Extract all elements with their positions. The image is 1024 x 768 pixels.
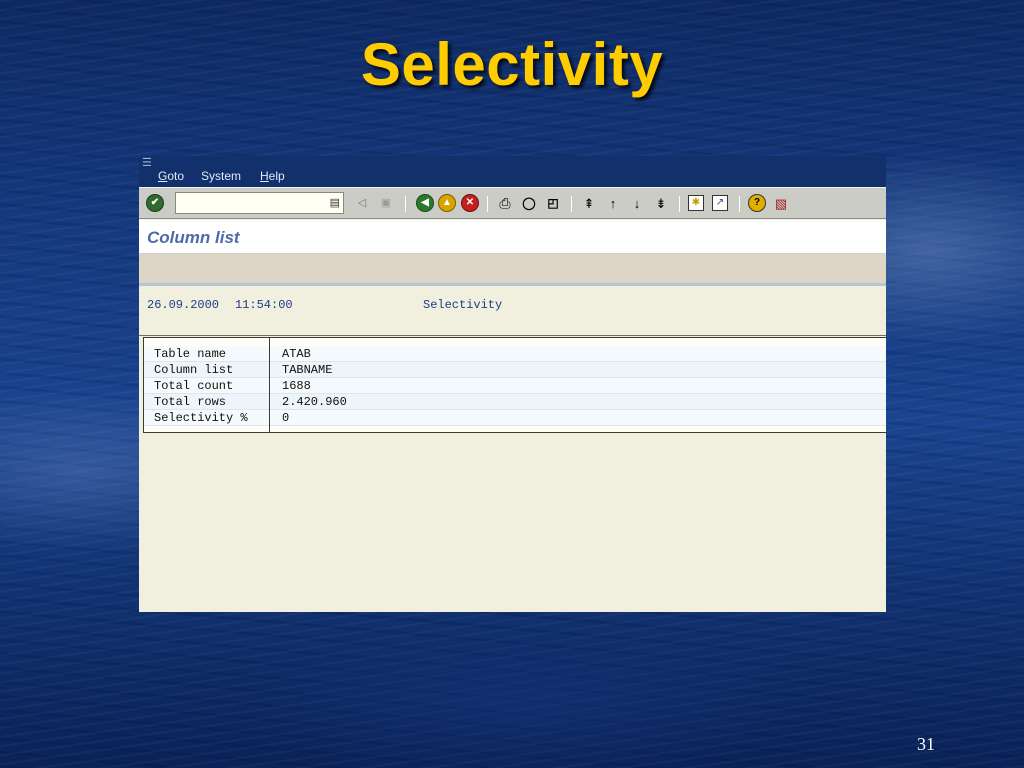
- toolbar-separator: [487, 196, 488, 212]
- report-date: 26.09.2000: [147, 298, 220, 312]
- menu-goto-label: oto: [167, 169, 185, 183]
- back-icon[interactable]: ◀: [416, 194, 434, 212]
- menu-goto[interactable]: Goto: [158, 169, 184, 183]
- page-number: 31: [917, 734, 935, 754]
- cancel-icon[interactable]: ✕: [461, 194, 479, 212]
- menu-help-mnemonic: H: [260, 169, 269, 183]
- screen-title-bar: Column list: [139, 220, 886, 254]
- column-divider: [269, 338, 270, 432]
- list-header: 26.09.2000 11:54:00 Selectivity: [139, 289, 886, 336]
- menu-help-label: elp: [268, 169, 285, 183]
- print-icon[interactable]: ⎙: [496, 194, 514, 212]
- row-value: ATAB: [282, 347, 311, 361]
- table-row: Column list TABNAME: [144, 362, 886, 378]
- application-toolbar: [139, 254, 886, 286]
- menu-system[interactable]: System: [201, 169, 241, 183]
- result-table: Table name ATAB Column list TABNAME Tota…: [143, 337, 886, 433]
- table-row: Selectivity % 0: [144, 410, 886, 426]
- sap-window: ☰ Goto System Help ✔ ▤ ◁ ▣ ◀ ▲ ✕ ⎙ ◯ ◰ ⇞…: [139, 156, 886, 612]
- help-icon[interactable]: ?: [748, 194, 766, 212]
- row-label: Column list: [154, 363, 234, 377]
- slide-title: Selectivity: [360, 31, 664, 98]
- first-page-icon[interactable]: ⇞: [580, 194, 598, 212]
- layout-icon[interactable]: ▧: [772, 194, 790, 212]
- exit-icon[interactable]: ▲: [438, 194, 456, 212]
- back-arrow-icon[interactable]: ◁: [353, 194, 371, 212]
- enter-icon[interactable]: ✔: [146, 194, 164, 212]
- table-row: Table name ATAB: [144, 346, 886, 362]
- menu-bar: ☰ Goto System Help: [139, 156, 886, 187]
- toolbar-separator: [571, 196, 572, 212]
- menu-help[interactable]: Help: [260, 169, 285, 183]
- find-icon[interactable]: ◯: [520, 194, 538, 212]
- shortcut-icon[interactable]: ↗: [712, 195, 728, 211]
- table-row: Total count 1688: [144, 378, 886, 394]
- row-label: Selectivity %: [154, 411, 248, 425]
- table-row: Total rows 2.420.960: [144, 394, 886, 410]
- system-menu-icon[interactable]: ☰: [142, 156, 156, 169]
- toolbar-separator: [405, 196, 406, 212]
- row-value: 0: [282, 411, 290, 425]
- previous-page-icon[interactable]: ↑: [604, 194, 622, 212]
- last-page-icon[interactable]: ⇟: [652, 194, 670, 212]
- row-value: 2.420.960: [282, 395, 347, 409]
- next-page-icon[interactable]: ↓: [628, 194, 646, 212]
- row-value: 1688: [282, 379, 311, 393]
- find-next-icon[interactable]: ◰: [544, 194, 562, 212]
- toolbar-separator: [679, 196, 680, 212]
- row-label: Table name: [154, 347, 227, 361]
- command-field[interactable]: ▤: [175, 192, 344, 214]
- menu-system-label: System: [201, 169, 242, 183]
- row-label: Total count: [154, 379, 234, 393]
- standard-toolbar: ✔ ▤ ◁ ▣ ◀ ▲ ✕ ⎙ ◯ ◰ ⇞ ↑ ↓ ⇟ ✱ ↗ ? ▧: [139, 187, 886, 219]
- history-icon[interactable]: ▤: [330, 196, 340, 209]
- menu-goto-mnemonic: G: [158, 169, 168, 183]
- screen-title: Column list: [147, 228, 240, 247]
- report-title: Selectivity: [423, 298, 503, 312]
- create-session-icon[interactable]: ✱: [688, 195, 704, 211]
- row-value: TABNAME: [282, 363, 333, 377]
- command-input[interactable]: [176, 193, 326, 213]
- toolbar-separator: [739, 196, 740, 212]
- report-time: 11:54:00: [235, 298, 293, 312]
- save-icon[interactable]: ▣: [377, 194, 395, 212]
- row-label: Total rows: [154, 395, 227, 409]
